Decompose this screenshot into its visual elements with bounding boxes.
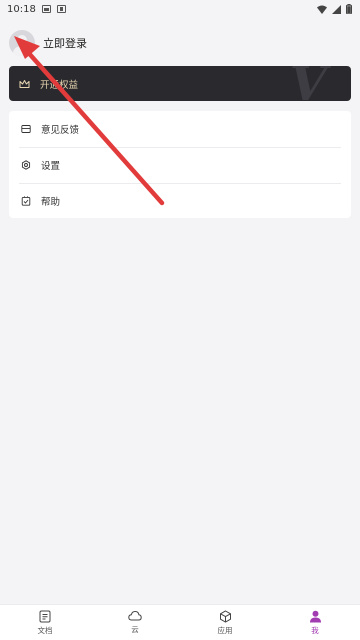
- battery-icon: [346, 4, 352, 14]
- vip-label: 开通权益: [40, 79, 79, 91]
- status-bar: 10:18: [0, 0, 360, 18]
- menu-label-feedback: 意见反馈: [41, 125, 80, 136]
- nav-tab-me[interactable]: 我: [270, 610, 360, 636]
- gallery-notification-icon: [41, 5, 51, 13]
- avatar[interactable]: [9, 30, 35, 56]
- login-label[interactable]: 立即登录: [43, 35, 87, 51]
- status-right: [317, 4, 352, 14]
- cloud-icon: [128, 610, 142, 621]
- crown-icon: [19, 79, 30, 88]
- nav-tab-documents[interactable]: 文档: [0, 610, 90, 636]
- feedback-icon: [21, 125, 31, 133]
- bottom-nav: 文档 云 应用 我: [0, 604, 360, 640]
- vip-banner[interactable]: 开通权益 V: [9, 66, 351, 101]
- menu-item-feedback[interactable]: 意见反馈: [9, 111, 351, 147]
- document-icon: [39, 610, 51, 622]
- signal-icon: [332, 4, 341, 14]
- status-left: 10:18: [7, 4, 66, 15]
- menu-item-settings[interactable]: 设置: [9, 147, 351, 183]
- nav-label-cloud: 云: [131, 625, 139, 634]
- nav-label-apps: 应用: [217, 625, 233, 635]
- profile-login-row[interactable]: 立即登录: [9, 30, 87, 56]
- app-notification-icon: [56, 5, 66, 13]
- nav-label-documents: 文档: [37, 625, 53, 635]
- wifi-icon: [317, 5, 327, 14]
- vip-watermark-logo: V: [289, 66, 327, 101]
- nav-tab-cloud[interactable]: 云: [90, 610, 180, 635]
- help-icon: [21, 196, 31, 206]
- menu-label-help: 帮助: [41, 197, 61, 208]
- status-time: 10:18: [7, 3, 36, 15]
- nav-tab-apps[interactable]: 应用: [180, 609, 270, 636]
- nav-label-me: 我: [311, 625, 319, 635]
- person-icon: [309, 610, 321, 622]
- apps-icon: [219, 609, 231, 623]
- menu-label-settings: 设置: [41, 161, 61, 172]
- settings-icon: [21, 160, 31, 170]
- menu-item-help[interactable]: 帮助: [9, 183, 351, 219]
- menu-card: 意见反馈 设置 帮助: [9, 111, 351, 218]
